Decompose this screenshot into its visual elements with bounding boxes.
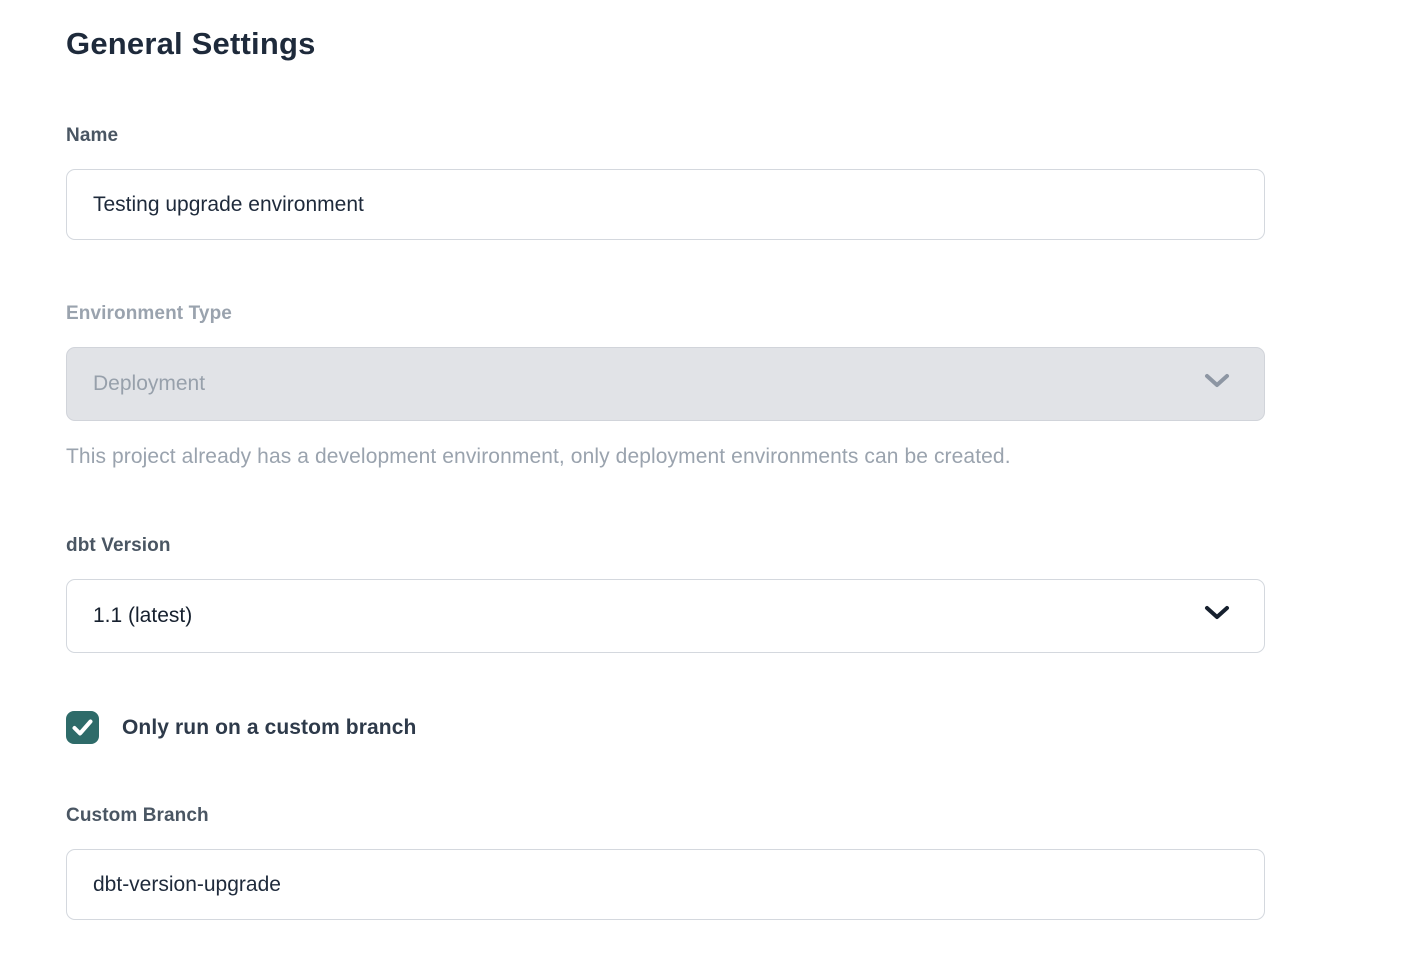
custom-branch-checkbox[interactable] xyxy=(66,711,99,744)
custom-branch-toggle-row: Only run on a custom branch xyxy=(66,711,1265,744)
dbt-version-value: 1.1 (latest) xyxy=(93,604,192,628)
name-label: Name xyxy=(66,125,1265,147)
custom-branch-field-group: Custom Branch xyxy=(66,805,1265,920)
name-field-group: Name xyxy=(66,125,1265,240)
dbt-version-label: dbt Version xyxy=(66,535,1265,557)
environment-type-label: Environment Type xyxy=(66,303,1265,325)
checkmark-icon xyxy=(72,719,93,736)
custom-branch-toggle-label[interactable]: Only run on a custom branch xyxy=(122,716,416,740)
chevron-down-icon xyxy=(1204,604,1230,628)
custom-branch-label: Custom Branch xyxy=(66,805,1265,827)
environment-type-help-text: This project already has a development e… xyxy=(66,445,1265,469)
custom-branch-input[interactable] xyxy=(66,849,1265,920)
general-settings-panel: General Settings Name Environment Type D… xyxy=(0,0,1265,920)
environment-type-select: Deployment xyxy=(66,347,1265,421)
dbt-version-field-group: dbt Version 1.1 (latest) xyxy=(66,535,1265,653)
chevron-down-icon xyxy=(1204,372,1230,396)
environment-type-field-group: Environment Type Deployment This project… xyxy=(66,303,1265,469)
environment-type-value: Deployment xyxy=(93,372,205,396)
page-title: General Settings xyxy=(66,26,1265,62)
name-input[interactable] xyxy=(66,169,1265,240)
dbt-version-select[interactable]: 1.1 (latest) xyxy=(66,579,1265,653)
